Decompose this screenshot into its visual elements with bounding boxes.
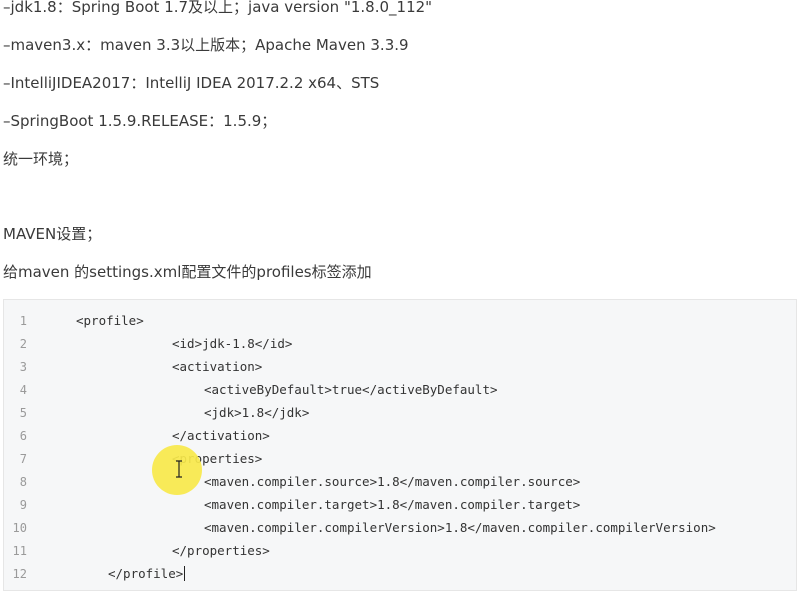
code-line: </activation> (172, 428, 270, 443)
code-line: <id>jdk-1.8</id> (172, 336, 293, 351)
code-line: <activation> (172, 359, 263, 374)
code-line: <maven.compiler.target>1.8</maven.compil… (204, 497, 581, 512)
code-line: <profile> (76, 313, 144, 328)
env-line-jdk: –jdk1.8：Spring Boot 1.7及以上；java version … (3, 0, 433, 16)
maven-settings-description: 给maven 的settings.xml配置文件的profiles标签添加 (3, 263, 372, 281)
code-line: </properties> (172, 543, 270, 558)
text-cursor-icon (176, 460, 182, 478)
code-line: <maven.compiler.compilerVersion>1.8</mav… (204, 520, 716, 535)
env-line-maven: –maven3.x：maven 3.3以上版本；Apache Maven 3.3… (3, 36, 409, 54)
env-summary: 统一环境； (3, 150, 79, 168)
env-line-springboot: –SpringBoot 1.5.9.RELEASE：1.5.9； (3, 112, 277, 130)
maven-settings-heading: MAVEN设置； (3, 225, 102, 243)
text-caret (184, 566, 186, 581)
code-line-last: </profile> (108, 566, 186, 582)
code-block[interactable]: 1 2 3 4 5 6 7 8 9 10 11 12 <profile> <id… (3, 299, 797, 591)
env-line-idea: –IntelliJIDEA2017：IntelliJ IDEA 2017.2.2… (3, 74, 380, 92)
code-line: <jdk>1.8</jdk> (204, 405, 310, 420)
code-content[interactable]: <profile> <id>jdk-1.8</id> <activation> … (4, 300, 796, 590)
code-line-text: </profile> (108, 566, 184, 581)
code-line: <maven.compiler.source>1.8</maven.compil… (204, 474, 581, 489)
code-line: <activeByDefault>true</activeByDefault> (204, 382, 498, 397)
